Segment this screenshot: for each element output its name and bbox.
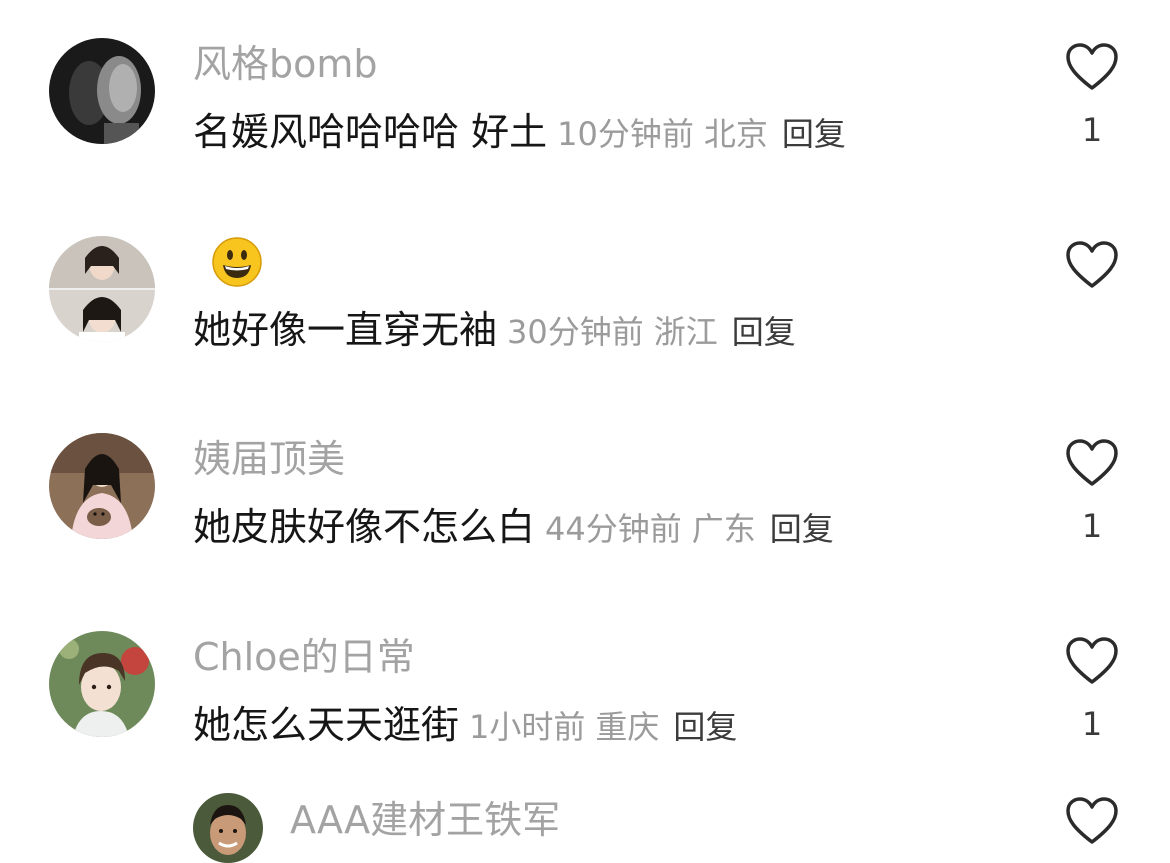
heart-icon <box>1066 241 1118 288</box>
comment-text: 名媛风哈哈哈哈 好土 <box>193 110 548 154</box>
comment-time: 1小时前 <box>469 708 586 746</box>
comment-time: 30分钟前 <box>507 313 644 351</box>
comment-body: 她好像一直穿无袖 30分钟前 浙江 回复 <box>193 311 796 349</box>
like-count: 1 <box>1081 705 1103 743</box>
username[interactable]: AAA建材王铁军 <box>290 801 560 839</box>
comment-body: 她怎么天天逛街 1小时前 重庆 回复 <box>193 706 737 744</box>
heart-icon <box>1066 439 1118 486</box>
like-button[interactable]: 1 <box>1062 636 1122 740</box>
avatar-woman-with-cat-icon <box>49 433 155 539</box>
comment-body: 她皮肤好像不怎么白 44分钟前 广东 回复 <box>193 508 834 546</box>
reply-button[interactable]: 回复 <box>732 313 796 351</box>
comment-text: 她怎么天天逛街 <box>193 703 460 747</box>
comment-text: 她好像一直穿无袖 <box>193 308 498 352</box>
username[interactable]: Chloe的日常 <box>193 638 415 676</box>
heart-icon <box>1066 43 1118 90</box>
reply-button[interactable]: 回复 <box>782 115 846 153</box>
comment-time: 10分钟前 <box>557 115 694 153</box>
avatar-woman-collage-icon <box>49 236 155 342</box>
avatar[interactable] <box>49 38 155 144</box>
like-button[interactable]: 1 <box>1062 438 1122 542</box>
avatar[interactable] <box>193 793 263 863</box>
comment-location: 重庆 <box>595 708 660 746</box>
like-button[interactable]: 1 <box>1062 42 1122 146</box>
avatar[interactable] <box>49 236 155 342</box>
username[interactable]: 风格bomb <box>193 45 378 83</box>
like-count: 1 <box>1081 111 1103 149</box>
avatar-sculpture-faces-icon <box>49 38 155 144</box>
heart-icon <box>1066 637 1118 684</box>
avatar[interactable] <box>49 631 155 737</box>
like-button[interactable] <box>1062 796 1122 846</box>
username[interactable]: 姨届顶美 <box>193 440 345 478</box>
grinning-face-emoji-icon <box>212 237 262 287</box>
comment-location: 浙江 <box>653 313 718 351</box>
avatar[interactable] <box>49 433 155 539</box>
avatar-child-icon <box>49 631 155 737</box>
like-button[interactable] <box>1062 240 1122 290</box>
comment-location: 广东 <box>691 510 756 548</box>
comment-text: 她皮肤好像不怎么白 <box>193 505 536 549</box>
reply-button[interactable]: 回复 <box>673 708 737 746</box>
like-count: 1 <box>1081 507 1103 545</box>
comment-location: 北京 <box>703 115 768 153</box>
comment-body: 名媛风哈哈哈哈 好土 10分钟前 北京 回复 <box>193 113 846 151</box>
comment-time: 44分钟前 <box>545 510 682 548</box>
avatar-smiling-man-icon <box>193 793 263 863</box>
reply-button[interactable]: 回复 <box>770 510 834 548</box>
heart-icon <box>1066 797 1118 844</box>
